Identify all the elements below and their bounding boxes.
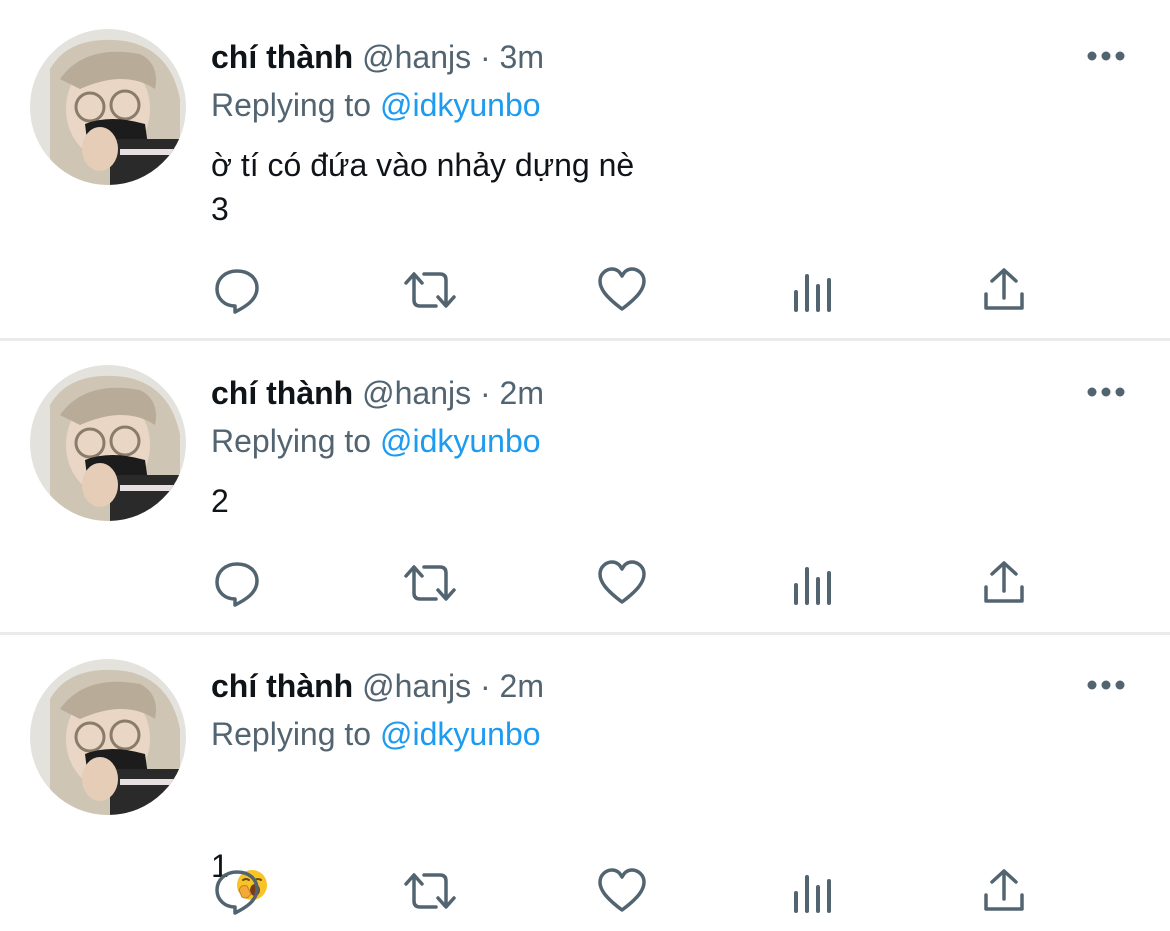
more-horizontal-icon[interactable] [1086, 675, 1126, 695]
timestamp[interactable]: 2m [500, 375, 544, 411]
comment-icon[interactable] [211, 865, 263, 917]
replying-to: Replying to @idkyunbo [211, 85, 541, 125]
user-handle[interactable]: @hanjs [362, 375, 471, 411]
tweet[interactable]: chí thành @hanjs · 3m Replying to @idkyu… [0, 0, 1170, 341]
timestamp[interactable]: 3m [500, 39, 544, 75]
mention-link[interactable]: @idkyunbo [380, 716, 541, 752]
separator-dot: · [479, 39, 491, 75]
tweet-text: 2 [211, 483, 229, 519]
more-horizontal-icon[interactable] [1086, 382, 1126, 402]
retweet-icon[interactable] [402, 865, 456, 917]
display-name[interactable]: chí thành [211, 375, 353, 411]
retweet-icon[interactable] [402, 264, 456, 316]
tweet-header: chí thành @hanjs · 3m [211, 37, 544, 77]
more-horizontal-icon[interactable] [1086, 46, 1126, 66]
replying-to: Replying to @idkyunbo [211, 421, 541, 461]
replying-to-label: Replying to [211, 423, 372, 459]
heart-icon[interactable] [596, 557, 648, 609]
user-handle[interactable]: @hanjs [362, 39, 471, 75]
retweet-icon[interactable] [402, 557, 456, 609]
tweet[interactable]: chí thành @hanjs · 2m Replying to @idkyu… [0, 635, 1170, 931]
comment-icon[interactable] [211, 264, 263, 316]
comment-icon[interactable] [211, 557, 263, 609]
tweet-header: chí thành @hanjs · 2m [211, 373, 544, 413]
display-name[interactable]: chí thành [211, 668, 353, 704]
tweet-header: chí thành @hanjs · 2m [211, 666, 544, 706]
avatar[interactable] [30, 365, 186, 521]
timestamp[interactable]: 2m [500, 668, 544, 704]
analytics-icon[interactable] [788, 270, 840, 322]
replying-to-label: Replying to [211, 716, 372, 752]
heart-icon[interactable] [596, 865, 648, 917]
tweet-text: ờ tí có đứa vào nhảy dựng nè 3 [211, 147, 635, 227]
share-icon[interactable] [978, 865, 1030, 917]
avatar[interactable] [30, 29, 186, 185]
heart-icon[interactable] [596, 264, 648, 316]
replying-to: Replying to @idkyunbo [211, 714, 541, 754]
replying-to-label: Replying to [211, 87, 372, 123]
separator-dot: · [479, 375, 491, 411]
tweet[interactable]: chí thành @hanjs · 2m Replying to @idkyu… [0, 341, 1170, 635]
analytics-icon[interactable] [788, 871, 840, 923]
share-icon[interactable] [978, 264, 1030, 316]
analytics-icon[interactable] [788, 563, 840, 615]
separator-dot: · [479, 668, 491, 704]
display-name[interactable]: chí thành [211, 39, 353, 75]
mention-link[interactable]: @idkyunbo [380, 87, 541, 123]
avatar[interactable] [30, 659, 186, 815]
user-handle[interactable]: @hanjs [362, 668, 471, 704]
mention-link[interactable]: @idkyunbo [380, 423, 541, 459]
share-icon[interactable] [978, 557, 1030, 609]
